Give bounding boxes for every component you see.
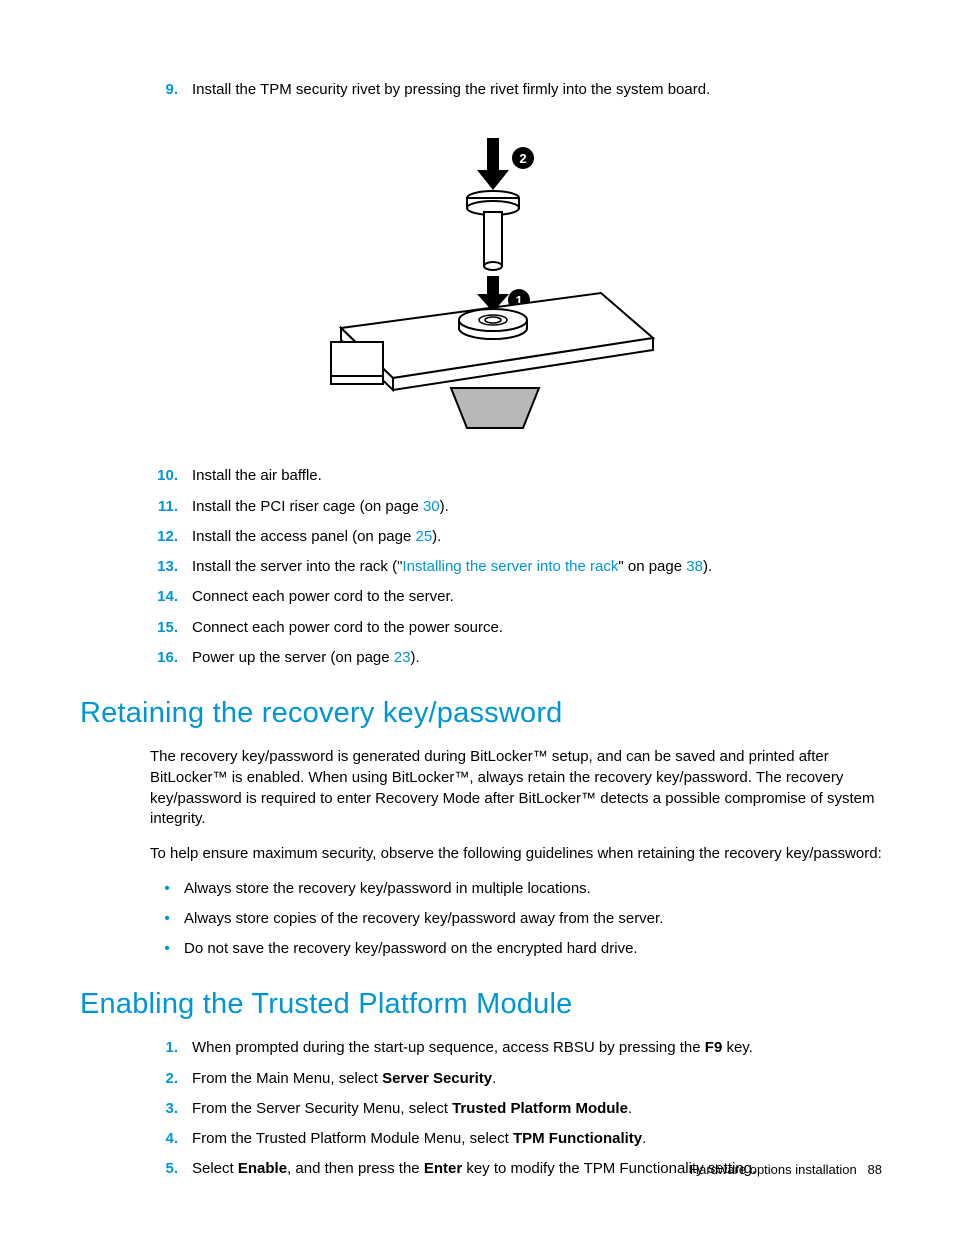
step-text: Install the TPM security rivet by pressi… <box>192 80 882 100</box>
step-number: 2. <box>152 1069 192 1089</box>
step-text: Install the PCI riser cage (on page 30). <box>192 497 882 517</box>
step-number: 14. <box>152 587 192 607</box>
step-number: 12. <box>152 527 192 547</box>
step-text: Connect each power cord to the server. <box>192 587 882 607</box>
bullet-icon: • <box>150 909 184 929</box>
list-item-step: 2.From the Main Menu, select Server Secu… <box>152 1069 882 1089</box>
list-item-step-9: 9. Install the TPM security rivet by pre… <box>152 80 882 100</box>
step-text: Install the server into the rack ("Insta… <box>192 557 882 577</box>
step-text: From the Trusted Platform Module Menu, s… <box>192 1129 882 1149</box>
step-number: 15. <box>152 618 192 638</box>
bullet-text: Always store copies of the recovery key/… <box>184 909 882 929</box>
step-number: 13. <box>152 557 192 577</box>
list-item-step: 3.From the Server Security Menu, select … <box>152 1099 882 1119</box>
footer-section: Hardware options installation <box>690 1162 857 1177</box>
bullet-text: Always store the recovery key/password i… <box>184 879 882 899</box>
bullet-item: •Always store the recovery key/password … <box>150 879 882 899</box>
step-text: From the Server Security Menu, select Tr… <box>192 1099 882 1119</box>
step-text: Install the air baffle. <box>192 466 882 486</box>
step-number: 11. <box>152 497 192 517</box>
bullet-item: •Always store copies of the recovery key… <box>150 909 882 929</box>
step-text: Power up the server (on page 23). <box>192 648 882 668</box>
list-item-step: 11.Install the PCI riser cage (on page 3… <box>152 497 882 517</box>
bullet-icon: • <box>150 879 184 899</box>
step-number: 1. <box>152 1038 192 1058</box>
paragraph: To help ensure maximum security, observe… <box>150 844 882 865</box>
list-item-step: 1.When prompted during the start-up sequ… <box>152 1038 882 1058</box>
page-link[interactable]: Installing the server into the rack <box>402 558 618 575</box>
bullet-text: Do not save the recovery key/password on… <box>184 939 882 959</box>
list-item-step: 10.Install the air baffle. <box>152 466 882 486</box>
list-item-step: 13.Install the server into the rack ("In… <box>152 557 882 577</box>
step-text: When prompted during the start-up sequen… <box>192 1038 882 1058</box>
step-number: 16. <box>152 648 192 668</box>
step-number: 3. <box>152 1099 192 1119</box>
step-text: From the Main Menu, select Server Securi… <box>192 1069 882 1089</box>
step-number: 9. <box>152 80 192 100</box>
list-item-step: 14.Connect each power cord to the server… <box>152 587 882 607</box>
bullet-item: •Do not save the recovery key/password o… <box>150 939 882 959</box>
step-text: Install the access panel (on page 25). <box>192 527 882 547</box>
list-item-step: 15.Connect each power cord to the power … <box>152 618 882 638</box>
page-link[interactable]: 38 <box>686 558 703 575</box>
step-text: Connect each power cord to the power sou… <box>192 618 882 638</box>
heading-enabling-tpm: Enabling the Trusted Platform Module <box>80 985 882 1024</box>
paragraph: The recovery key/password is generated d… <box>150 747 882 830</box>
tpm-rivet-figure: 2 1 <box>80 128 882 438</box>
svg-text:2: 2 <box>519 151 526 166</box>
page-link[interactable]: 25 <box>415 528 432 545</box>
step-number: 10. <box>152 466 192 486</box>
step-number: 4. <box>152 1129 192 1149</box>
list-item-step: 16.Power up the server (on page 23). <box>152 648 882 668</box>
footer-page-number: 88 <box>868 1162 882 1177</box>
step-number: 5. <box>152 1159 192 1179</box>
heading-retaining: Retaining the recovery key/password <box>80 694 882 733</box>
list-item-step: 12.Install the access panel (on page 25)… <box>152 527 882 547</box>
list-item-step: 4.From the Trusted Platform Module Menu,… <box>152 1129 882 1149</box>
page-footer: Hardware options installation 88 <box>690 1161 882 1179</box>
bullet-icon: • <box>150 939 184 959</box>
page-link[interactable]: 23 <box>394 649 411 666</box>
page-link[interactable]: 30 <box>423 498 440 515</box>
